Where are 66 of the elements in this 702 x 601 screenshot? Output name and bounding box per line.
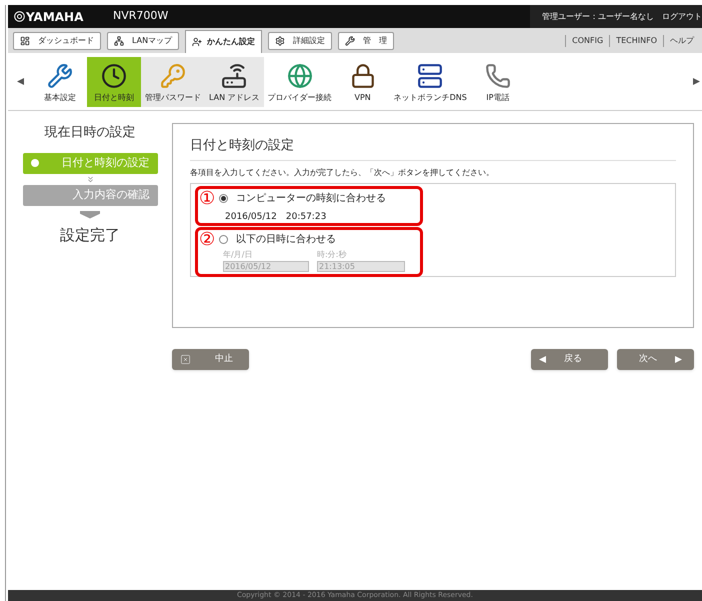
tab-icon — [192, 37, 202, 47]
annotation-number: ① — [199, 190, 216, 208]
nav-tab[interactable]: ダッシュボード — [13, 32, 101, 50]
step-item: 入力内容の確認 — [22, 184, 158, 206]
field-label: 年/月/日 — [223, 248, 254, 260]
left-arrow-icon — [539, 356, 546, 363]
nav-tab[interactable]: かんたん設定 — [185, 30, 262, 53]
header-link[interactable]: CONFIG — [565, 34, 610, 46]
logo: YAMAHA — [26, 8, 84, 26]
tab-icon — [345, 36, 356, 46]
radio-button[interactable] — [219, 194, 228, 203]
field-label: 時:分:秒 — [317, 248, 348, 260]
logout-link[interactable]: ログアウト — [662, 10, 702, 22]
globe-icon — [286, 62, 313, 88]
radio-button[interactable] — [219, 235, 228, 244]
current-time: 2016/05/12 20:57:23 — [225, 212, 328, 222]
scroll-left-icon — [17, 78, 24, 85]
step-item: 設定完了 — [60, 224, 120, 246]
panel-title: 日付と時刻の設定 — [190, 136, 676, 160]
clock-icon — [101, 62, 127, 88]
menu-label: VPN — [354, 92, 371, 104]
annotation-number: ② — [199, 230, 216, 248]
menu-label: ネットボランチDNS — [394, 92, 467, 104]
close-box-icon — [180, 354, 191, 365]
menu-label: LAN アドレス — [209, 92, 260, 104]
menu-item[interactable]: 日付と時刻 — [87, 56, 141, 106]
menu-item[interactable]: ネットボランチDNS — [390, 56, 471, 106]
menu-item[interactable]: LAN アドレス — [205, 56, 264, 106]
menu-item[interactable]: IP電話 — [470, 56, 525, 106]
right-arrow-icon — [675, 356, 682, 363]
menu-label: 基本設定 — [44, 92, 76, 104]
padlock-icon — [350, 62, 376, 88]
router-icon — [221, 62, 248, 88]
sidebar-title: 現在日時の設定 — [44, 124, 136, 142]
tools-icon — [47, 62, 73, 88]
menu-item[interactable]: プロバイダー接続 — [264, 56, 336, 106]
tab-icon — [114, 36, 124, 46]
menu-label: 管理パスワード — [145, 92, 201, 104]
cancel-button[interactable]: 中止 — [172, 349, 249, 370]
menu-label: プロバイダー接続 — [268, 92, 332, 104]
key-icon — [160, 62, 186, 88]
user-label: 管理ユーザー : ユーザー名なし — [542, 10, 654, 22]
header-link[interactable]: ヘルプ — [663, 34, 700, 46]
option-label: コンピューターの時刻に合わせる — [236, 192, 386, 206]
model-name: NVR700W — [113, 8, 168, 24]
menu-item[interactable]: VPN — [336, 56, 390, 106]
option-label: 以下の日時に合わせる — [236, 232, 336, 247]
nav-tab[interactable]: 管 理 — [338, 32, 394, 50]
logo-emblem-icon — [14, 11, 25, 22]
header-link[interactable]: TECHINFO — [609, 34, 663, 46]
server-icon — [417, 62, 444, 88]
tab-icon — [275, 36, 286, 46]
tab-icon — [20, 36, 30, 46]
back-button[interactable]: 戻る — [531, 349, 608, 370]
menu-label: 日付と時刻 — [94, 92, 134, 104]
instruction-text: 各項目を入力してください。入力が完了したら、「次へ」ボタンを押してください。 — [190, 166, 495, 178]
phone-icon — [484, 62, 511, 88]
menu-item[interactable]: 基本設定 — [33, 56, 87, 106]
next-button[interactable]: 次へ — [617, 349, 694, 370]
nav-tab[interactable]: 詳細設定 — [268, 32, 332, 50]
menu-label: IP電話 — [486, 92, 510, 104]
step-item: 日付と時刻の設定 — [22, 152, 158, 174]
scroll-right-icon — [693, 78, 700, 85]
nav-tab[interactable]: LANマップ — [107, 32, 180, 50]
menu-item[interactable]: 管理パスワード — [141, 56, 205, 106]
chevron-icon — [86, 174, 94, 184]
